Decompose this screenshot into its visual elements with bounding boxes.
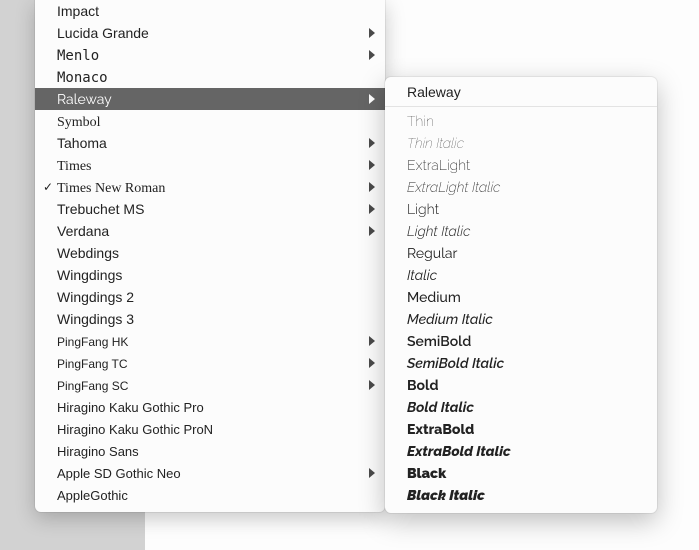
font-style-item[interactable]: Bold [385, 375, 657, 397]
font-style-item[interactable]: Black Italic [385, 485, 657, 507]
font-style-item-label: ExtraLight Italic [407, 180, 500, 196]
font-menu-item-label: Verdana [57, 220, 109, 242]
font-menu-item[interactable]: Symbol [35, 110, 385, 132]
font-menu-item-label: AppleGothic [57, 485, 128, 507]
chevron-right-icon [369, 336, 375, 346]
chevron-right-icon [369, 380, 375, 390]
font-style-item[interactable]: ExtraLight Italic [385, 177, 657, 199]
font-menu-item-label: PingFang SC [57, 375, 128, 397]
font-menu-item-label: Trebuchet MS [57, 198, 144, 220]
font-menu-item-label: Menlo [57, 45, 99, 67]
font-menu-item[interactable]: Menlo [35, 44, 385, 66]
chevron-right-icon [369, 28, 375, 38]
submenu-title: Raleway [385, 81, 657, 103]
font-menu-item-label: Wingdings 2 [57, 286, 134, 308]
font-style-item[interactable]: Light [385, 199, 657, 221]
font-menu-item[interactable]: Wingdings 2 [35, 286, 385, 308]
font-menu-item[interactable]: Hiragino Kaku Gothic ProN [35, 418, 385, 440]
font-menu-item[interactable]: Times [35, 154, 385, 176]
submenu-separator [385, 106, 657, 107]
font-style-item-label: Bold [407, 378, 438, 394]
font-style-item[interactable]: Medium [385, 287, 657, 309]
font-style-item-label: SemiBold Italic [407, 356, 504, 372]
font-menu-item[interactable]: Apple SD Gothic Neo [35, 462, 385, 484]
font-style-item[interactable]: Thin [385, 111, 657, 133]
font-style-item-label: Regular [407, 246, 457, 262]
font-family-menu[interactable]: ImpactLucida GrandeMenloMonacoRalewaySym… [35, 0, 385, 512]
font-style-item[interactable]: Bold Italic [385, 397, 657, 419]
font-style-item-label: Light [407, 202, 439, 218]
font-style-item[interactable]: Light Italic [385, 221, 657, 243]
font-style-item[interactable]: Black [385, 463, 657, 485]
chevron-right-icon [369, 468, 375, 478]
font-menu-item-label: Hiragino Kaku Gothic ProN [57, 419, 213, 441]
chevron-right-icon [369, 50, 375, 60]
font-style-item-label: Black Italic [407, 488, 485, 504]
font-menu-item-label: Wingdings 3 [57, 308, 134, 330]
chevron-right-icon [369, 226, 375, 236]
font-menu-item-label: Tahoma [57, 132, 107, 154]
font-menu-item-label: Hiragino Kaku Gothic Pro [57, 397, 204, 419]
chevron-right-icon [369, 358, 375, 368]
font-style-item[interactable]: ExtraBold Italic [385, 441, 657, 463]
font-menu-item[interactable]: Tahoma [35, 132, 385, 154]
font-style-item[interactable]: ExtraBold [385, 419, 657, 441]
font-menu-item[interactable]: Webdings [35, 242, 385, 264]
font-menu-item[interactable]: Wingdings [35, 264, 385, 286]
font-style-item[interactable]: Regular [385, 243, 657, 265]
font-menu-item-label: Impact [57, 0, 99, 22]
font-menu-item[interactable]: Hiragino Sans [35, 440, 385, 462]
font-menu-item-label: Lucida Grande [57, 22, 149, 44]
font-menu-item-label: Webdings [57, 242, 119, 264]
font-menu-item[interactable]: Monaco [35, 66, 385, 88]
font-menu-item-label: Hiragino Sans [57, 441, 139, 463]
font-menu-item-label: PingFang HK [57, 331, 128, 353]
font-menu-item[interactable]: Impact [35, 0, 385, 22]
font-style-submenu[interactable]: Raleway Thin Thin Italic ExtraLight ExtraLi… [385, 77, 657, 513]
checkmark-icon: ✓ [41, 176, 55, 198]
font-menu-item-label: Wingdings [57, 264, 122, 286]
font-menu-item[interactable]: ✓Times New Roman [35, 176, 385, 198]
font-style-item-label: Black [407, 466, 446, 482]
font-style-item[interactable]: Medium Italic [385, 309, 657, 331]
font-style-item[interactable]: SemiBold [385, 331, 657, 353]
chevron-right-icon [369, 138, 375, 148]
font-menu-item[interactable]: Raleway [35, 88, 385, 110]
font-style-item-label: SemiBold [407, 334, 471, 350]
font-menu-item-label: Times [57, 156, 92, 178]
font-menu-item[interactable]: Hiragino Kaku Gothic Pro [35, 396, 385, 418]
font-style-item[interactable]: ExtraLight [385, 155, 657, 177]
font-style-item-label: Thin Italic [407, 136, 464, 152]
font-menu-item[interactable]: PingFang SC [35, 374, 385, 396]
chevron-right-icon [369, 204, 375, 214]
chevron-right-icon [369, 160, 375, 170]
font-style-item[interactable]: Thin Italic [385, 133, 657, 155]
font-style-item-label: Medium [407, 290, 461, 306]
font-menu-item[interactable]: Verdana [35, 220, 385, 242]
font-style-item[interactable]: SemiBold Italic [385, 353, 657, 375]
font-style-item-label: Thin [407, 114, 434, 130]
font-menu-item[interactable]: Wingdings 3 [35, 308, 385, 330]
font-menu-item[interactable]: AppleGothic [35, 484, 385, 506]
font-menu-item[interactable]: PingFang TC [35, 352, 385, 374]
font-style-item-label: Medium Italic [407, 312, 493, 328]
font-style-item-label: ExtraBold Italic [407, 444, 511, 460]
font-menu-item-label: Times New Roman [57, 178, 165, 200]
font-menu-item-label: Raleway [57, 89, 112, 111]
font-menu-item-label: PingFang TC [57, 353, 127, 375]
font-menu-item[interactable]: Lucida Grande [35, 22, 385, 44]
chevron-right-icon [369, 94, 375, 104]
font-menu-item-label: Monaco [57, 67, 108, 89]
font-style-item[interactable]: Italic [385, 265, 657, 287]
font-menu-item[interactable]: PingFang HK [35, 330, 385, 352]
font-menu-item[interactable]: Trebuchet MS [35, 198, 385, 220]
font-style-item-label: Italic [407, 268, 437, 284]
font-menu-item-label: Symbol [57, 112, 101, 134]
font-menu-item-label: Apple SD Gothic Neo [57, 463, 181, 485]
font-style-item-label: Bold Italic [407, 400, 474, 416]
font-style-item-label: Light Italic [407, 224, 470, 240]
chevron-right-icon [369, 182, 375, 192]
font-style-item-label: ExtraLight [407, 158, 470, 174]
font-style-item-label: ExtraBold [407, 422, 474, 438]
